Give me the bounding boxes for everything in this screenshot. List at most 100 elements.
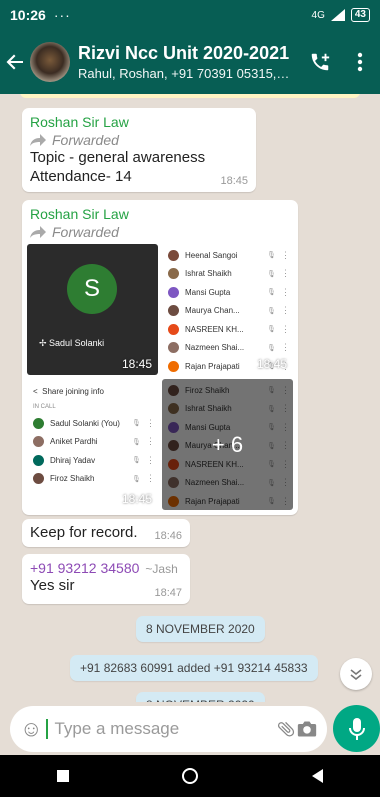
more-icon: ⋮ — [281, 249, 290, 260]
scroll-down-button[interactable] — [340, 658, 372, 690]
more-icon: ⋮ — [146, 436, 155, 447]
status-bar: 10:26 ··· 4G 43 — [0, 0, 380, 30]
mic-button[interactable] — [333, 705, 380, 752]
muted-mic-icon: 🎙 — [132, 420, 141, 428]
participant-row: Ishrat Shaikh 🎙 ⋮ — [162, 265, 293, 284]
group-title: Rizvi Ncc Unit 2020-2021 — [78, 43, 290, 63]
forward-icon — [30, 134, 46, 146]
status-time: 10:26 — [10, 7, 46, 23]
participant-avatar — [168, 268, 179, 280]
share-joining-info: < Share joining info — [33, 387, 104, 396]
participant-avatar — [33, 436, 44, 448]
message-time: 18:45 — [220, 175, 248, 187]
participant-row: Dhiraj Yadav 🎙 ⋮ — [27, 451, 158, 470]
more-images-count[interactable]: + 6 — [162, 379, 293, 510]
participant-name: Ishrat Shaikh — [185, 269, 232, 279]
participant-name: Dhiraj Yadav — [50, 455, 96, 465]
participant-name: NASREEN KH... — [185, 324, 244, 334]
image-time: 18:45 — [121, 492, 152, 506]
message-bubble[interactable]: +91 93212 34580 ~Jash Yes sir 18:47 — [22, 554, 190, 604]
group-avatar[interactable] — [30, 42, 70, 82]
participant-avatar — [168, 342, 179, 354]
message-bubble[interactable]: Keep for record. 18:46 — [22, 519, 190, 547]
date-separator: 8 NOVEMBER 2020 — [136, 616, 265, 642]
message-sender[interactable]: +91 93212 34580 — [30, 560, 139, 576]
participant-avatar — [168, 249, 179, 261]
camera-icon[interactable] — [296, 720, 317, 738]
more-icon: ⋮ — [281, 323, 290, 334]
participant-avatar — [168, 305, 179, 317]
participant-row: Heenal Sangoi 🎙 ⋮ — [162, 246, 293, 265]
mic-icon — [348, 717, 365, 740]
share-icon: < — [33, 387, 38, 396]
image-time: 18:45 — [121, 357, 152, 371]
status-notification-dots: ··· — [53, 7, 71, 23]
participant-name: Firoz Shaikh — [50, 474, 95, 484]
muted-mic-icon: 🎙 — [267, 252, 276, 260]
forward-icon — [30, 226, 46, 238]
message-sender[interactable]: Roshan Sir Law — [30, 114, 248, 130]
participant-row: Sadul Solanki (You) 🎙 ⋮ — [27, 414, 158, 433]
participant-name: Heenal Sangoi — [185, 250, 238, 260]
forwarded-label: Forwarded — [30, 132, 248, 148]
home-button[interactable] — [182, 768, 199, 784]
back-button[interactable] — [312, 769, 324, 783]
muted-mic-icon: 🎙 — [267, 307, 276, 315]
back-arrow-icon[interactable] — [0, 53, 30, 71]
message-input[interactable] — [46, 719, 276, 739]
participant-row: Aniket Pardhi 🎙 ⋮ — [27, 433, 158, 452]
message-bubble[interactable]: Roshan Sir Law Forwarded Topic - general… — [22, 108, 256, 192]
participant-avatar — [33, 473, 44, 485]
more-icon: ⋮ — [281, 286, 290, 297]
more-icon: ⋮ — [281, 305, 290, 316]
attach-icon[interactable] — [275, 719, 296, 739]
chat-area[interactable]: Roshan Sir Law Forwarded Topic - general… — [0, 94, 380, 702]
group-members: Rahul, Roshan, +91 70391 05315, +91... — [78, 66, 293, 81]
add-call-icon[interactable] — [300, 51, 340, 73]
participant-row: Firoz Shaikh 🎙 ⋮ — [27, 470, 158, 489]
muted-mic-icon: 🎙 — [132, 475, 141, 483]
signal-icon — [330, 9, 345, 21]
date-separator: 8 NOVEMBER 2020 — [136, 692, 265, 702]
battery-icon: 43 — [350, 8, 370, 22]
more-icon: ⋮ — [281, 342, 290, 353]
participant-avatar — [33, 454, 44, 466]
message-input-bar: ☺ — [10, 706, 327, 752]
participant-row: Maurya Chan... 🎙 ⋮ — [162, 302, 293, 321]
participant-avatar — [168, 286, 179, 298]
participant-name: Maurya Chan... — [185, 306, 240, 316]
recents-button[interactable] — [56, 770, 69, 782]
image-thumbnail[interactable]: Heenal Sangoi 🎙 ⋮ Ishrat Shaikh 🎙 ⋮ Mansi Gupt… — [162, 244, 293, 375]
more-icon: ⋮ — [146, 454, 155, 465]
media-message-bubble[interactable]: Roshan Sir Law Forwarded S ✢ Sadul Solan… — [22, 200, 298, 515]
participant-row: Nazmeen Shai... 🎙 ⋮ — [162, 339, 293, 358]
more-icon: ⋮ — [146, 417, 155, 428]
participant-name: Rajan Prajapati — [185, 361, 240, 371]
participant-avatar — [33, 417, 44, 429]
message-text: Attendance- 14 — [30, 168, 132, 185]
more-options-icon[interactable] — [340, 52, 380, 72]
participant-avatar — [168, 323, 179, 335]
participant-name: Sadul Solanki (You) — [50, 418, 120, 428]
pin-icon: ✢ — [39, 338, 50, 348]
image-time: 18:45 — [256, 357, 287, 371]
encryption-notice-strip — [20, 94, 360, 98]
image-thumbnail[interactable]: < Share joining info IN CALL Sadul Solan… — [27, 379, 158, 510]
muted-mic-icon: 🎙 — [267, 289, 276, 297]
sender-alias: ~Jash — [145, 562, 178, 576]
network-label: 4G — [311, 9, 325, 21]
muted-mic-icon: 🎙 — [132, 457, 141, 465]
android-nav-bar — [0, 755, 380, 797]
media-grid: S ✢ Sadul Solanki 18:45 Heenal Sangoi 🎙 ⋮ I… — [27, 244, 293, 510]
participant-name: Aniket Pardhi — [50, 437, 98, 447]
image-thumbnail[interactable]: S ✢ Sadul Solanki 18:45 — [27, 244, 158, 375]
image-thumbnail[interactable]: Firoz Shaikh🎙⋮Ishrat Shaikh🎙⋮Mansi Gupta… — [162, 379, 293, 510]
group-info[interactable]: Rizvi Ncc Unit 2020-2021 Rahul, Roshan, … — [78, 43, 300, 81]
chat-header: Rizvi Ncc Unit 2020-2021 Rahul, Roshan, … — [0, 30, 380, 94]
message-time: 18:47 — [154, 587, 182, 599]
emoji-icon[interactable]: ☺ — [20, 716, 42, 742]
muted-mic-icon: 🎙 — [267, 344, 276, 352]
participant-avatar — [168, 360, 179, 372]
message-sender[interactable]: Roshan Sir Law — [30, 206, 290, 222]
muted-mic-icon: 🎙 — [267, 270, 276, 278]
